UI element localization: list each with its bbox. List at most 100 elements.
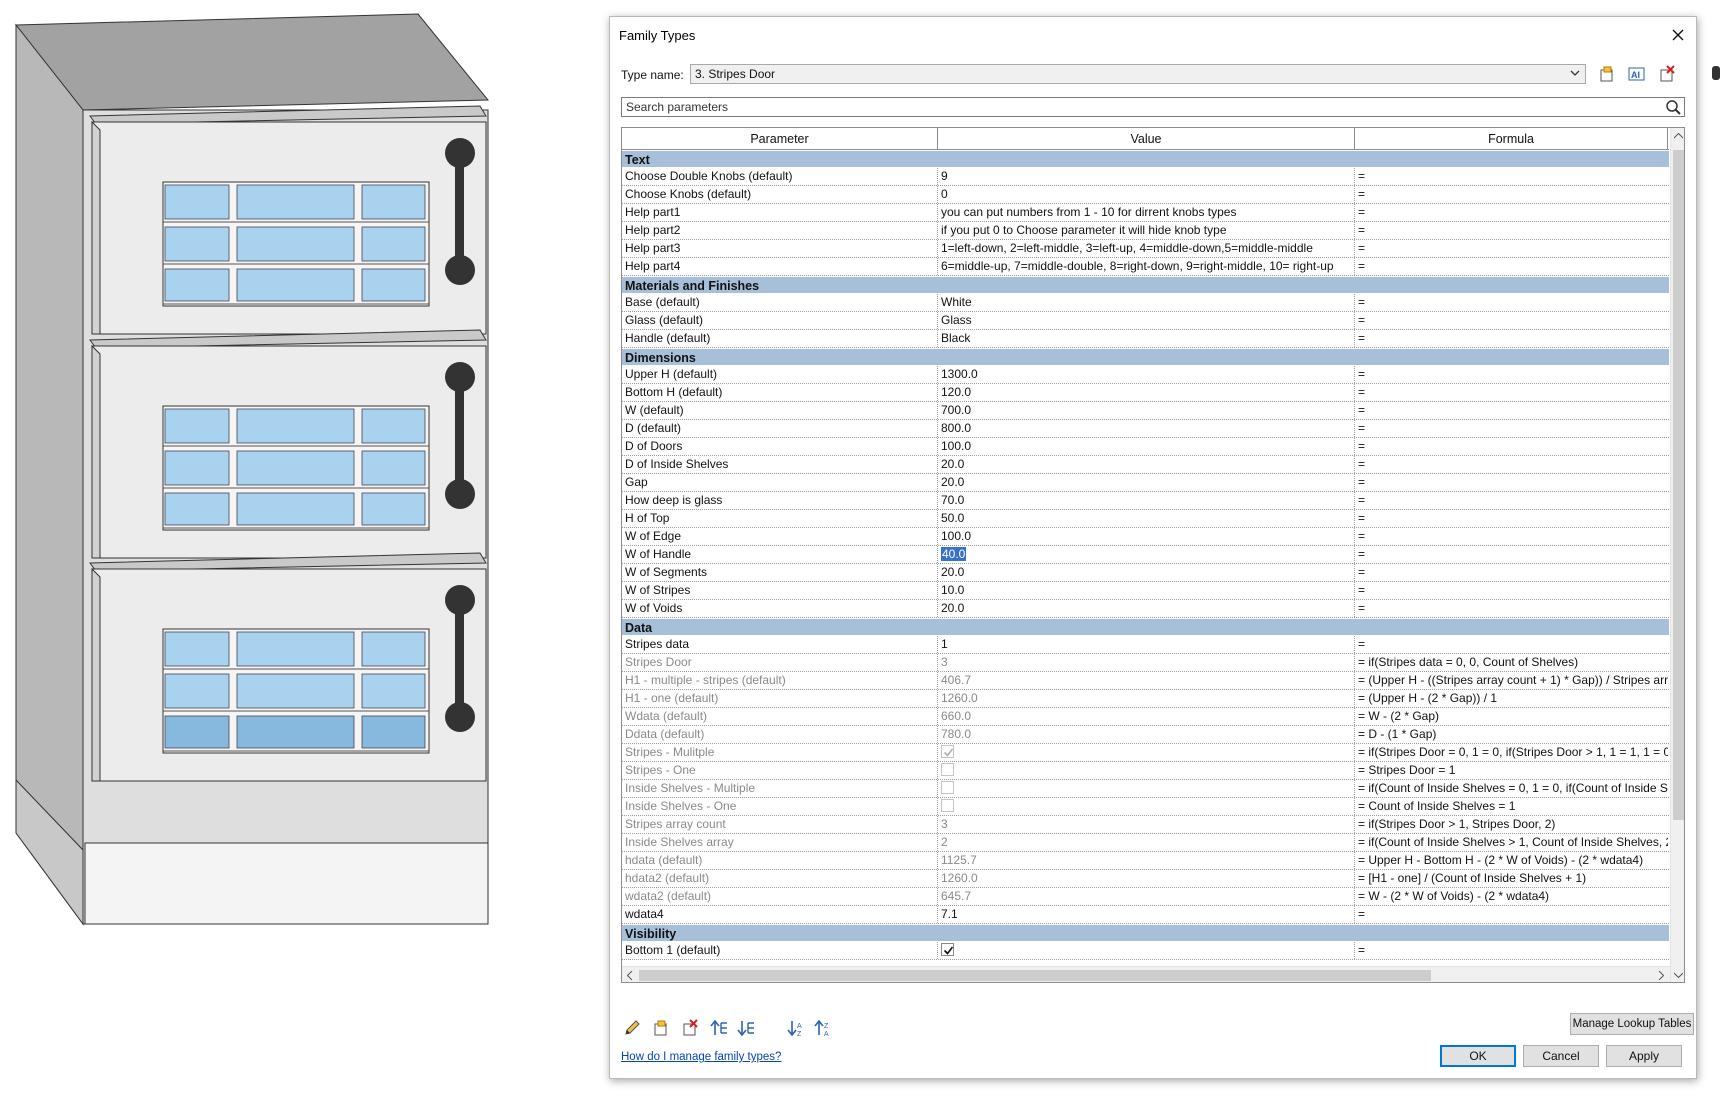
parameter-row[interactable]: How deep is glass 70.0 = <box>622 492 1669 510</box>
parameter-row[interactable]: H1 - one (default) 1260.0 = (Upper H - (2 … <box>622 690 1669 708</box>
parameter-value[interactable]: 40.0 <box>938 546 1355 563</box>
parameter-row[interactable]: W of Edge 100.0 = <box>622 528 1669 546</box>
parameter-row[interactable]: D of Doors 100.0 = <box>622 438 1669 456</box>
parameter-formula[interactable]: = <box>1355 384 1668 401</box>
ok-button[interactable]: OK <box>1440 1045 1516 1067</box>
parameter-value[interactable]: 6=middle-up, 7=middle-double, 8=right-do… <box>938 258 1355 275</box>
selected-value-text[interactable]: 40.0 <box>941 547 967 561</box>
parameter-formula[interactable]: = <box>1355 366 1668 383</box>
parameter-formula[interactable]: = <box>1355 240 1668 257</box>
rename-type-icon[interactable]: AI <box>1626 63 1648 85</box>
parameter-formula[interactable]: = Upper H - Bottom H - (2 * W of Voids) … <box>1355 852 1668 869</box>
parameter-row[interactable]: hdata (default) 1125.7 = Upper H - Bottom … <box>622 852 1669 870</box>
group-header[interactable]: Materials and Finishes <box>622 276 1669 294</box>
delete-type-icon[interactable] <box>1656 63 1678 85</box>
parameter-row[interactable]: H of Top 50.0 = <box>622 510 1669 528</box>
parameter-formula[interactable]: = <box>1355 402 1668 419</box>
parameter-row[interactable]: hdata2 (default) 1260.0 = [H1 - one] / (Co… <box>622 870 1669 888</box>
parameter-formula[interactable]: = <box>1355 420 1668 437</box>
parameter-value[interactable]: 7.1 <box>938 906 1355 923</box>
parameter-value[interactable]: 700.0 <box>938 402 1355 419</box>
parameter-value[interactable]: 100.0 <box>938 528 1355 545</box>
vertical-scroll-thumb[interactable] <box>1673 150 1684 820</box>
parameter-formula[interactable]: = <box>1355 546 1668 563</box>
parameter-row[interactable]: W of Segments 20.0 = <box>622 564 1669 582</box>
horizontal-scroll-thumb[interactable] <box>639 970 1431 981</box>
parameter-value[interactable]: 20.0 <box>938 600 1355 617</box>
parameter-value[interactable]: 0 <box>938 186 1355 203</box>
parameter-value[interactable]: 800.0 <box>938 420 1355 437</box>
parameter-formula[interactable]: = if(Stripes Door > 1, Stripes Door, 2) <box>1355 816 1668 833</box>
parameter-value[interactable]: Glass <box>938 312 1355 329</box>
parameter-formula[interactable]: = <box>1355 438 1668 455</box>
parameter-formula[interactable]: = if(Count of Inside Shelves = 0, 1 = 0,… <box>1355 780 1668 797</box>
new-parameter-icon[interactable] <box>650 1017 672 1039</box>
parameter-formula[interactable]: = if(Stripes Door = 0, 1 = 0, if(Stripes… <box>1355 744 1668 761</box>
parameter-formula[interactable]: = <box>1355 492 1668 509</box>
parameter-row[interactable]: Stripes - Mulitple = if(Stripes Door = 0,… <box>622 744 1669 762</box>
parameter-formula[interactable]: = [H1 - one] / (Count of Inside Shelves … <box>1355 870 1668 887</box>
parameter-value[interactable]: Black <box>938 330 1355 347</box>
parameter-row[interactable]: D of Inside Shelves 20.0 = <box>622 456 1669 474</box>
manage-lookup-tables-button[interactable]: Manage Lookup Tables <box>1570 1013 1694 1035</box>
parameter-row[interactable]: Inside Shelves - Multiple = if(Count of I… <box>622 780 1669 798</box>
parameter-row[interactable]: Stripes - One = Stripes Door = 1 <box>622 762 1669 780</box>
delete-parameter-icon[interactable] <box>679 1017 701 1039</box>
parameter-row[interactable]: Handle (default) Black = <box>622 330 1669 348</box>
parameter-row[interactable]: wdata4 7.1 = <box>622 906 1669 924</box>
parameter-value[interactable]: 1 <box>938 636 1355 653</box>
parameter-value[interactable]: 1300.0 <box>938 366 1355 383</box>
parameter-formula[interactable]: = W - (2 * W of Voids) - (2 * wdata4) <box>1355 888 1668 905</box>
3d-view[interactable] <box>0 0 605 1111</box>
parameter-value[interactable]: 120.0 <box>938 384 1355 401</box>
parameter-row[interactable]: Stripes Door 3 = if(Stripes data = 0, 0, C… <box>622 654 1669 672</box>
parameter-value[interactable]: 9 <box>938 168 1355 185</box>
parameter-formula[interactable]: = <box>1355 222 1668 239</box>
parameter-row[interactable]: Help part1 you can put numbers from 1 - 1… <box>622 204 1669 222</box>
parameter-row[interactable]: Stripes data 1 = <box>622 636 1669 654</box>
type-name-select[interactable]: 3. Stripes Door <box>690 64 1586 84</box>
parameter-formula[interactable]: = <box>1355 330 1668 347</box>
sort-descending-icon[interactable]: ZA <box>812 1017 834 1039</box>
close-icon[interactable] <box>1666 23 1690 47</box>
parameter-formula[interactable]: = <box>1355 564 1668 581</box>
parameter-value[interactable]: you can put numbers from 1 - 10 for dirr… <box>938 204 1355 221</box>
parameter-formula[interactable]: = <box>1355 942 1668 959</box>
parameter-row[interactable]: W of Stripes 10.0 = <box>622 582 1669 600</box>
parameter-formula[interactable]: = <box>1355 204 1668 221</box>
parameter-row[interactable]: wdata2 (default) 645.7 = W - (2 * W of Voi… <box>622 888 1669 906</box>
parameter-formula[interactable]: = <box>1355 474 1668 491</box>
vertical-scrollbar[interactable] <box>1670 128 1684 982</box>
parameter-row[interactable]: Wdata (default) 660.0 = W - (2 * Gap) <box>622 708 1669 726</box>
group-header[interactable]: Data <box>622 618 1669 636</box>
parameter-value[interactable]: 1=left-down, 2=left-middle, 3=left-up, 4… <box>938 240 1355 257</box>
parameter-row[interactable]: D (default) 800.0 = <box>622 420 1669 438</box>
parameter-value[interactable]: if you put 0 to Choose parameter it will… <box>938 222 1355 239</box>
parameter-value[interactable]: 10.0 <box>938 582 1355 599</box>
checkbox[interactable] <box>941 943 954 957</box>
horizontal-scrollbar[interactable] <box>622 966 1670 982</box>
parameter-formula[interactable]: = <box>1355 294 1668 311</box>
parameter-formula[interactable]: = if(Count of Inside Shelves > 1, Count … <box>1355 834 1668 851</box>
help-link[interactable]: How do I manage family types? <box>621 1051 781 1063</box>
sort-ascending-icon[interactable]: AZ <box>785 1017 807 1039</box>
apply-button[interactable]: Apply <box>1606 1045 1682 1067</box>
parameter-formula[interactable]: = (Upper H - (2 * Gap)) / 1 <box>1355 690 1668 707</box>
parameter-row[interactable]: Help part2 if you put 0 to Choose paramet… <box>622 222 1669 240</box>
parameter-formula[interactable]: = Count of Inside Shelves = 1 <box>1355 798 1668 815</box>
parameter-row[interactable]: Stripes array count 3 = if(Stripes Door > … <box>622 816 1669 834</box>
parameter-formula[interactable]: = <box>1355 528 1668 545</box>
parameter-formula[interactable]: = <box>1355 312 1668 329</box>
parameter-row[interactable]: Bottom H (default) 120.0 = <box>622 384 1669 402</box>
edit-parameter-icon[interactable] <box>621 1017 643 1039</box>
column-header-value[interactable]: Value <box>938 128 1355 150</box>
parameter-formula[interactable]: = W - (2 * Gap) <box>1355 708 1668 725</box>
new-type-icon[interactable] <box>1596 63 1618 85</box>
parameter-value[interactable]: 20.0 <box>938 564 1355 581</box>
parameter-value[interactable]: 20.0 <box>938 474 1355 491</box>
parameter-row[interactable]: Gap 20.0 = <box>622 474 1669 492</box>
search-icon[interactable] <box>1665 99 1681 118</box>
group-header[interactable]: Visibility <box>622 924 1669 942</box>
parameter-row[interactable]: Bottom 1 (default) = <box>622 942 1669 960</box>
parameter-formula[interactable]: = D - (1 * Gap) <box>1355 726 1668 743</box>
